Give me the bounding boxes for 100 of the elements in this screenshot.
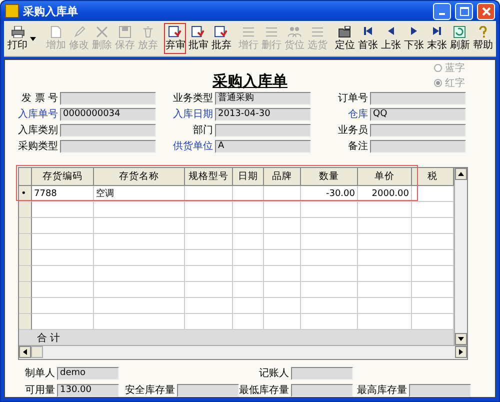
table-cell [301,234,358,250]
column-header[interactable]: 品牌 [264,168,301,186]
close-button[interactable] [477,2,495,20]
input-field[interactable]: demo [57,366,119,380]
next-icon [410,26,418,36]
input-field[interactable] [370,124,466,136]
table-cell [185,298,233,314]
table-cell [264,298,301,314]
input-field[interactable]: 130.00 [57,384,119,396]
printer-icon [10,26,26,38]
row-header[interactable]: • [19,186,32,202]
input-field[interactable] [60,124,156,136]
toolbar-button[interactable]: 末张 [426,23,448,54]
triangle-icon [22,349,28,355]
toolbar-button[interactable]: 上张 [380,23,402,54]
form-title: 采购入库单 [212,72,288,91]
table-cell [301,282,358,298]
column-header[interactable]: 规格型号 [185,168,233,186]
table-cell [185,218,233,234]
field-label: 业务员 [338,124,368,137]
document-check-icon [191,26,206,38]
triangle-icon [458,349,464,355]
scroll-up-button[interactable] [455,168,467,180]
column-header[interactable]: 日期 [233,168,264,186]
document-check-icon [168,26,182,38]
input-field[interactable] [60,140,156,152]
toolbar-button[interactable]: 定位 [334,23,356,54]
field-label: 安全库存量 [125,384,175,397]
input-field[interactable]: 2013-04-30 [215,108,311,120]
table-cell [233,298,264,314]
table-cell [358,282,412,298]
toolbar-button[interactable]: 批弃 [210,23,232,54]
scroll-down-button[interactable] [455,333,467,345]
row-header[interactable] [19,282,32,298]
toolbar-button[interactable]: 刷新 [448,23,471,54]
field-label: 入库类别 [18,124,58,137]
toolbar-button[interactable]: 打印 [6,23,29,54]
input-field[interactable]: 0000000034 [60,108,156,120]
table-cell [301,202,358,218]
input-field[interactable] [215,124,311,136]
radio-label: 蓝字 [445,62,465,75]
input-field[interactable] [370,92,466,104]
radio-button[interactable] [434,64,442,72]
scroll-right-button[interactable] [455,346,467,358]
toolbar-button[interactable]: 弃审 [164,23,186,54]
caret-icon[interactable] [30,36,36,40]
row-header[interactable] [19,298,32,314]
input-field[interactable] [291,384,353,396]
table-cell [264,202,301,218]
help-icon [478,26,488,38]
table-cell [32,298,94,314]
minimize-button[interactable] [433,2,451,20]
column-header[interactable] [19,168,32,186]
table-cell [185,266,233,282]
column-header[interactable]: 税 [412,168,454,186]
column-header[interactable]: 存货名称 [94,168,185,186]
table-cell [358,202,412,218]
field-label: 制单人 [25,366,55,380]
input-field[interactable] [60,92,156,104]
field-label: 采购类型 [18,140,58,153]
document-icon [50,26,62,38]
row-header[interactable] [19,314,32,330]
maximize-icon [460,6,468,16]
column-header[interactable]: 存货编码 [32,168,94,186]
input-field[interactable]: A [215,140,311,152]
row-header[interactable] [19,250,32,266]
table-cell [185,186,233,202]
field-label: 入库日期 [173,108,213,121]
input-field[interactable] [409,384,471,396]
table-cell [358,234,412,250]
field-label: 记账人 [259,366,289,380]
table-cell [32,234,94,250]
maximize-button[interactable] [455,2,473,20]
input-field[interactable]: QQ [370,108,466,120]
toolbar-button[interactable]: 下张 [402,23,425,54]
row-header[interactable] [19,218,32,234]
table-cell [233,202,264,218]
table-cell [264,218,301,234]
input-field[interactable] [177,384,239,396]
toolbar-button[interactable]: 批审 [187,23,210,54]
toolbar-button[interactable]: 首张 [356,23,379,54]
column-header[interactable]: 单价 [358,168,412,186]
row-header[interactable] [19,266,32,282]
row-header[interactable] [19,202,32,218]
radio-label: 红字 [445,76,465,90]
column-header[interactable]: 数量 [301,168,358,186]
row-header[interactable] [19,234,32,250]
radio-button[interactable] [434,79,442,87]
toolbar-button[interactable]: 帮助 [472,23,494,54]
table-cell [185,250,233,266]
scrollbar-thumb[interactable] [31,346,43,358]
scroll-left-button[interactable] [19,346,31,358]
field-label: 业务类型 [173,92,213,105]
input-field[interactable]: 普通采购 [215,92,311,104]
table-cell: 空调 [94,186,185,202]
input-field[interactable] [291,366,353,380]
table-cell: -30.00 [301,186,358,202]
trash-icon [142,26,154,38]
field-label: 发 票 号 [22,92,58,105]
input-field[interactable] [370,140,466,152]
